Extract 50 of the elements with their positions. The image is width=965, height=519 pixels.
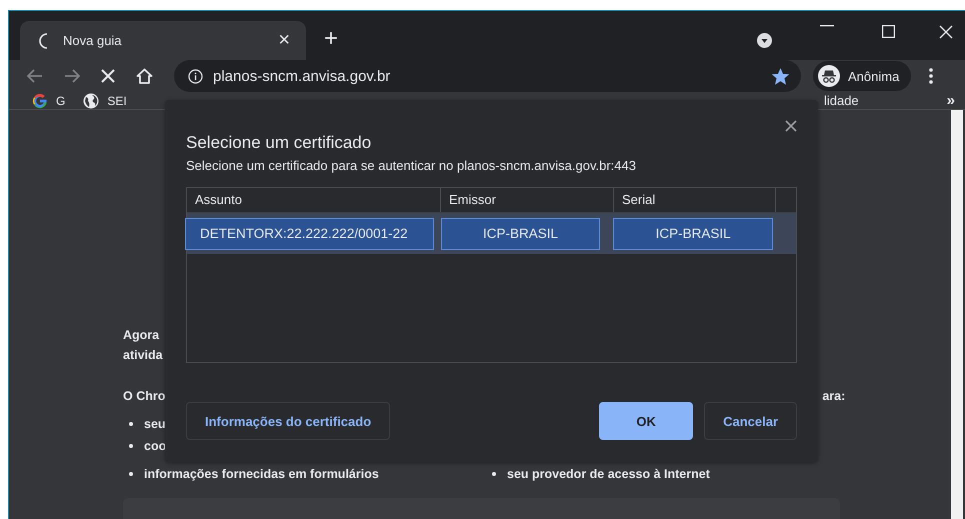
bookmark-item[interactable]: lidade [824, 93, 859, 108]
dialog-title: Selecione um certificado [186, 133, 372, 153]
bookmark-item[interactable]: SEI [83, 92, 127, 108]
minimize-icon[interactable] [820, 25, 834, 27]
home-icon[interactable] [136, 68, 153, 84]
page-text: O Chro [123, 389, 166, 403]
close-icon[interactable] [785, 120, 797, 132]
bullet-icon [129, 444, 133, 448]
bullet-icon [129, 472, 133, 476]
stop-icon[interactable] [101, 69, 115, 83]
url-text: planos-sncm.anvisa.gov.br [213, 68, 390, 84]
more-bookmarks-button[interactable]: » [946, 92, 955, 109]
table-cell: ICP-BRASIL [613, 218, 774, 250]
dialog-button[interactable]: OK [599, 402, 694, 440]
forward-arrow-icon[interactable] [64, 69, 80, 83]
bullet-icon [492, 472, 496, 476]
list-item-text: seu provedor de acesso à Internet [507, 466, 710, 480]
list-item-text: informações fornecidas em formulários [144, 466, 380, 480]
google-logo-icon [32, 92, 48, 108]
page-text: Agora [123, 328, 160, 342]
maximize-icon[interactable] [882, 25, 895, 38]
table-cell: DETENTORX:22.222.222/0001-22 [185, 218, 434, 250]
bookmark-star-icon[interactable] [772, 68, 789, 84]
tab-close-button[interactable]: × [274, 29, 294, 52]
dialog-button[interactable]: Cancelar [704, 402, 797, 440]
address-bar[interactable]: planos-sncm.anvisa.gov.br [174, 60, 801, 92]
browser-tab[interactable]: Nova guia × [20, 21, 306, 60]
dialog-message: Selecione um certificado para se autenticar no planos-sncm.anvisa.gov.br:443 [186, 158, 637, 173]
scrollbar[interactable] [951, 110, 963, 519]
new-tab-button[interactable]: + [320, 25, 342, 53]
tab-dropdown-icon[interactable] [757, 33, 772, 48]
column-header[interactable]: Assunto [187, 188, 441, 212]
bookmark-item[interactable]: G [32, 92, 66, 108]
loading-spinner-icon [39, 32, 49, 48]
page-text: ara: [822, 389, 846, 403]
table-cell: ICP-BRASIL [440, 218, 600, 250]
incognito-icon [818, 65, 840, 87]
incognito-profile-button[interactable]: Anônima [813, 61, 912, 91]
info-icon[interactable] [188, 68, 203, 84]
dialog-button[interactable]: Informações do certificado [186, 402, 390, 440]
column-header[interactable]: Serial [614, 188, 776, 212]
page-text: ativida [123, 348, 163, 362]
back-arrow-icon[interactable] [27, 69, 43, 83]
list-item-text: seu [144, 416, 166, 430]
list-item-text: coo [144, 438, 166, 452]
column-header[interactable]: Emissor [441, 188, 614, 212]
table-row[interactable]: DETENTORX:22.222.222/0001-22 ICP-BRASIL ICP-BRASIL [187, 213, 796, 254]
tab-title: Nova guia [63, 33, 123, 48]
menu-icon[interactable] [929, 68, 934, 84]
bullet-icon [129, 422, 133, 426]
